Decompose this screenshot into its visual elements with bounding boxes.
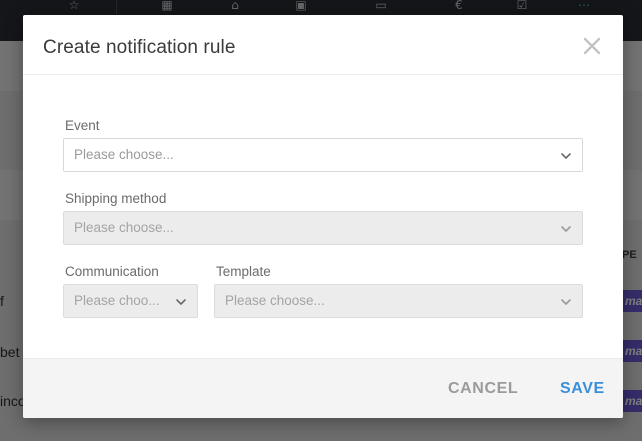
template-select[interactable]: Please choose... [214,284,583,318]
close-icon [583,37,601,55]
chevron-down-icon [561,153,571,159]
communication-select-value: Please choo... [74,293,160,308]
chevron-down-icon [176,299,186,305]
chevron-down-icon [561,299,571,305]
modal-footer: CANCEL SAVE [23,358,623,418]
shipping-method-select[interactable]: Please choose... [63,211,583,245]
modal-title: Create notification rule [43,37,236,58]
communication-select[interactable]: Please choo... [63,284,198,318]
modal-header: Create notification rule [23,15,623,75]
close-button[interactable] [581,35,603,57]
template-label: Template [216,264,271,279]
template-select-value: Please choose... [225,293,325,308]
event-label: Event [65,118,100,133]
save-button[interactable]: SAVE [560,380,605,398]
create-notification-rule-dialog: Create notification rule Event Please ch… [23,15,623,418]
event-select[interactable]: Please choose... [63,138,583,172]
cancel-button[interactable]: CANCEL [448,380,518,398]
chevron-down-icon [561,226,571,232]
shipping-method-label: Shipping method [65,191,167,206]
event-select-value: Please choose... [74,147,174,162]
shipping-method-select-value: Please choose... [74,220,174,235]
communication-label: Communication [65,264,159,279]
